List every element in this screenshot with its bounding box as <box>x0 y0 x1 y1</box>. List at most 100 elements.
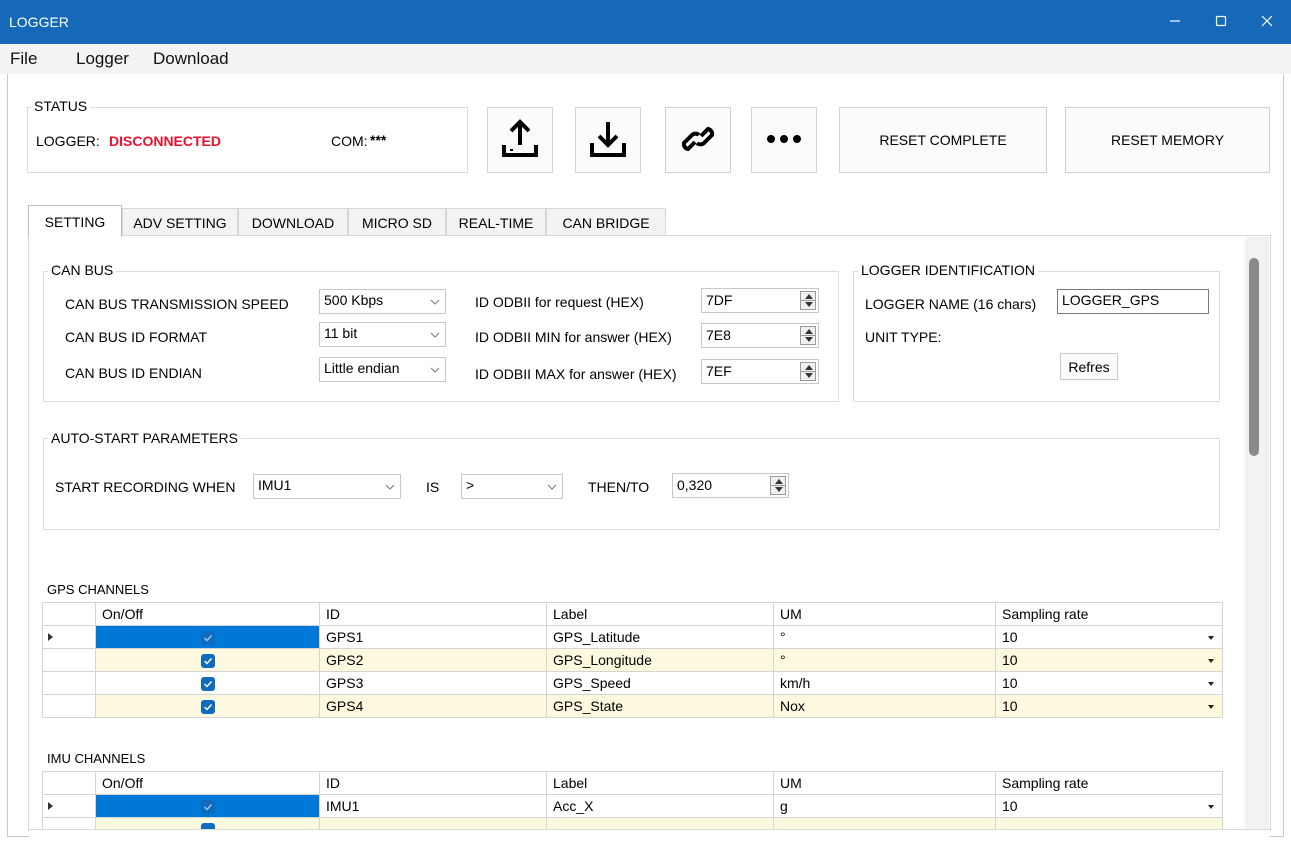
column-header[interactable]: ID <box>319 602 547 626</box>
column-header[interactable]: Sampling rate <box>995 771 1223 795</box>
cell-um[interactable]: ° <box>773 648 996 672</box>
row-header[interactable] <box>42 648 96 672</box>
cell-sampling-rate[interactable]: 10 <box>995 625 1223 649</box>
cell-label[interactable]: Acc_X <box>546 794 774 818</box>
row-header[interactable] <box>42 625 96 649</box>
download-button[interactable] <box>575 107 641 173</box>
odbii-request-label: ID ODBII for request (HEX) <box>475 294 644 310</box>
tab-can-bridge[interactable]: CAN BRIDGE <box>546 208 666 236</box>
enable-checkbox[interactable] <box>95 671 320 695</box>
cell-id[interactable]: GPS4 <box>319 694 547 718</box>
cell-id[interactable]: IMU1 <box>319 794 547 818</box>
cell-um[interactable]: ° <box>773 625 996 649</box>
row-header[interactable] <box>42 671 96 695</box>
close-button[interactable] <box>1244 0 1290 44</box>
menu-download[interactable]: Download <box>153 49 229 69</box>
dropdown-arrow-icon[interactable] <box>1208 705 1214 709</box>
enable-checkbox[interactable] <box>95 625 320 649</box>
enable-checkbox[interactable] <box>95 794 320 818</box>
cell-um[interactable]: km/h <box>773 671 996 695</box>
upload-icon <box>500 118 540 162</box>
table-header-row: On/Off ID Label UM Sampling rate <box>42 602 1223 626</box>
autostart-threshold-spinner[interactable]: 0,320 <box>672 473 789 498</box>
dropdown-arrow-icon[interactable] <box>1208 659 1214 663</box>
cell-label[interactable]: GPS_Latitude <box>546 625 774 649</box>
com-value: *** <box>370 132 387 148</box>
panel-bottom-border <box>28 829 1271 830</box>
column-header[interactable]: ID <box>319 771 547 795</box>
reset-complete-button[interactable]: RESET COMPLETE <box>839 107 1047 173</box>
maximize-button[interactable] <box>1198 0 1244 44</box>
more-icon <box>764 132 804 148</box>
cell-sampling-rate[interactable]: 10 <box>995 671 1223 695</box>
spinner-buttons[interactable] <box>800 362 816 381</box>
can-speed-select[interactable]: 500 Kbps <box>319 289 446 314</box>
reset-memory-button[interactable]: RESET MEMORY <box>1065 107 1270 173</box>
table-row[interactable]: GPS3 GPS_Speed km/h 10 <box>42 671 1223 695</box>
column-header[interactable]: Label <box>546 602 774 626</box>
cell-sampling-rate[interactable]: 10 <box>995 794 1223 818</box>
cell-sampling-rate[interactable]: 10 <box>995 648 1223 672</box>
scrollbar-thumb[interactable] <box>1249 258 1259 456</box>
row-header[interactable] <box>42 794 96 818</box>
autostart-operator-select[interactable]: > <box>461 474 563 499</box>
column-header[interactable]: UM <box>773 602 996 626</box>
cell-um[interactable]: Nox <box>773 694 996 718</box>
cell-label[interactable]: GPS_State <box>546 694 774 718</box>
close-icon <box>1261 14 1273 30</box>
column-header[interactable]: On/Off <box>95 602 320 626</box>
tab-micro-sd[interactable]: MICRO SD <box>348 208 446 236</box>
chevron-down-icon <box>430 328 440 344</box>
tab-real-time[interactable]: REAL-TIME <box>446 208 546 236</box>
tab-download[interactable]: DOWNLOAD <box>238 208 348 236</box>
odbii-request-spinner[interactable]: 7DF <box>701 288 819 313</box>
cell-um[interactable]: g <box>773 794 996 818</box>
menu-bar: File Logger Download <box>0 44 1291 74</box>
cell-label[interactable]: GPS_Speed <box>546 671 774 695</box>
autostart-channel-select[interactable]: IMU1 <box>253 474 401 499</box>
title-bar: LOGGER <box>0 0 1291 44</box>
minimize-button[interactable] <box>1152 0 1198 44</box>
dropdown-arrow-icon[interactable] <box>1208 805 1214 809</box>
tab-adv-setting[interactable]: ADV SETTING <box>122 208 238 236</box>
row-header[interactable] <box>42 694 96 718</box>
cell-id[interactable]: GPS3 <box>319 671 547 695</box>
logger-name-input[interactable]: LOGGER_GPS <box>1057 289 1209 314</box>
table-row[interactable]: GPS4 GPS_State Nox 10 <box>42 694 1223 718</box>
connect-button[interactable] <box>665 107 731 173</box>
column-header[interactable]: On/Off <box>95 771 320 795</box>
cell-label[interactable]: GPS_Longitude <box>546 648 774 672</box>
com-label: COM: <box>331 133 368 149</box>
unit-type-label: UNIT TYPE: <box>865 329 942 345</box>
more-button[interactable] <box>751 107 817 173</box>
can-format-label: CAN BUS ID FORMAT <box>65 329 208 345</box>
spinner-buttons[interactable] <box>800 326 816 345</box>
cell-id[interactable]: GPS1 <box>319 625 547 649</box>
table-row[interactable]: GPS1 GPS_Latitude ° 10 <box>42 625 1223 649</box>
can-format-select[interactable]: 11 bit <box>319 322 446 347</box>
table-row[interactable]: GPS2 GPS_Longitude ° 10 <box>42 648 1223 672</box>
column-header[interactable]: Sampling rate <box>995 602 1223 626</box>
refresh-button[interactable]: Refres <box>1060 353 1118 380</box>
odbii-min-label: ID ODBII MIN for answer (HEX) <box>475 329 672 345</box>
odbii-max-spinner[interactable]: 7EF <box>701 359 819 384</box>
upload-button[interactable] <box>487 107 553 173</box>
table-row[interactable]: IMU1 Acc_X g 10 <box>42 794 1223 818</box>
enable-checkbox[interactable] <box>95 694 320 718</box>
column-header[interactable]: Label <box>546 771 774 795</box>
table-header-row: On/Off ID Label UM Sampling rate <box>42 771 1223 795</box>
cell-sampling-rate[interactable]: 10 <box>995 694 1223 718</box>
menu-file[interactable]: File <box>10 49 37 69</box>
dropdown-arrow-icon[interactable] <box>1208 636 1214 640</box>
spinner-buttons[interactable] <box>800 291 816 310</box>
cell-id[interactable]: GPS2 <box>319 648 547 672</box>
column-header[interactable]: UM <box>773 771 996 795</box>
can-endian-select[interactable]: Little endian <box>319 357 446 382</box>
dropdown-arrow-icon[interactable] <box>1208 682 1214 686</box>
odbii-min-spinner[interactable]: 7E8 <box>701 323 819 348</box>
vertical-scrollbar[interactable] <box>1245 237 1269 829</box>
tab-setting[interactable]: SETTING <box>28 205 122 237</box>
enable-checkbox[interactable] <box>95 648 320 672</box>
spinner-buttons[interactable] <box>770 476 786 495</box>
menu-logger[interactable]: Logger <box>76 49 129 69</box>
